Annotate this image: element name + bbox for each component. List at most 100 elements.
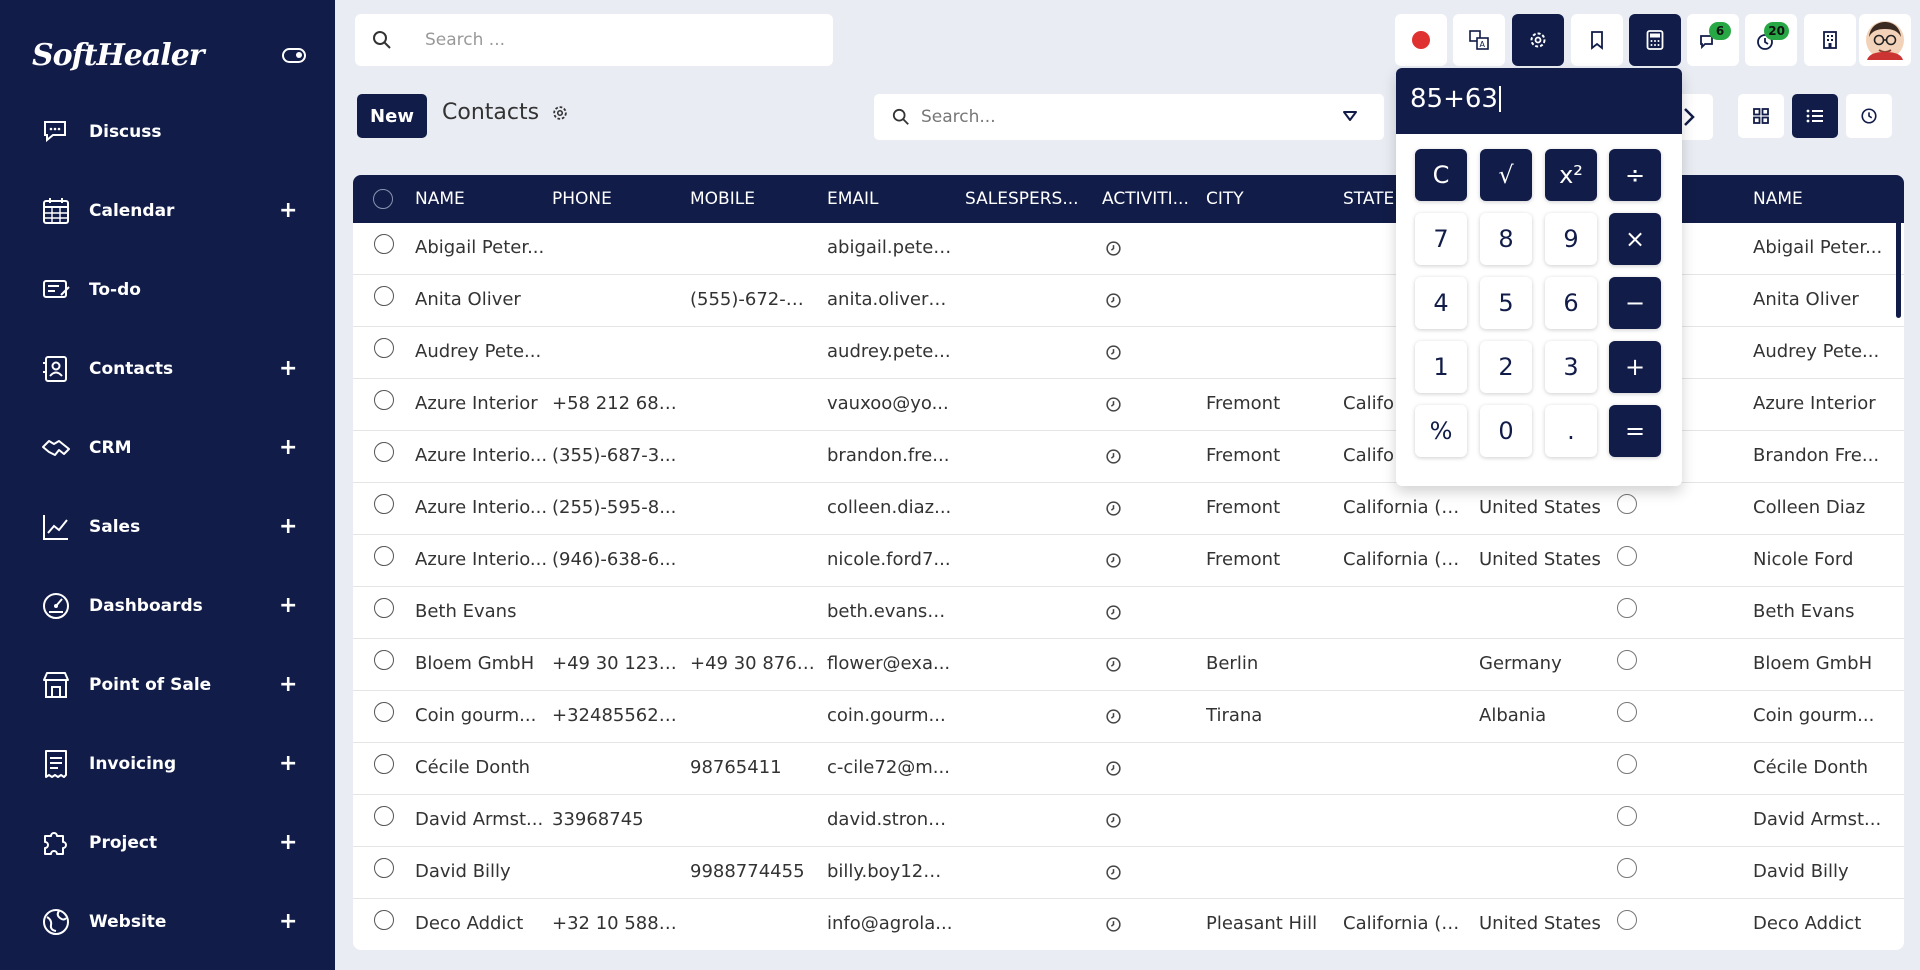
activity-view-button[interactable] xyxy=(1846,94,1892,138)
column-header[interactable]: EMAIL xyxy=(827,189,879,209)
column-header[interactable]: ACTIVITI... xyxy=(1102,189,1189,209)
row-checkbox[interactable] xyxy=(374,338,394,358)
row-status-circle[interactable] xyxy=(1617,806,1637,826)
calc-key[interactable]: √ xyxy=(1480,149,1532,201)
bookmark-button[interactable] xyxy=(1571,14,1623,66)
row-checkbox[interactable] xyxy=(374,806,394,826)
table-row[interactable]: Azure Interio... (255)-595-8... colleen.di… xyxy=(353,483,1904,535)
row-status-circle[interactable] xyxy=(1617,494,1637,514)
view-search[interactable]: Search... xyxy=(874,94,1384,140)
calc-key[interactable]: ÷ xyxy=(1609,149,1661,201)
row-status-circle[interactable] xyxy=(1617,702,1637,722)
column-header[interactable]: STATE xyxy=(1343,189,1394,209)
activity-clock-icon[interactable] xyxy=(1105,864,1122,881)
row-checkbox[interactable] xyxy=(374,910,394,930)
table-row[interactable]: David Billy 9988774455 billy.boy12@... Davi… xyxy=(353,847,1904,899)
brand-logo[interactable]: SoftHealer xyxy=(32,38,205,73)
activity-clock-icon[interactable] xyxy=(1105,708,1122,725)
activity-clock-icon[interactable] xyxy=(1105,396,1122,413)
activities-button[interactable]: 20 xyxy=(1745,14,1797,66)
add-icon[interactable]: + xyxy=(279,200,297,222)
calc-key[interactable]: % xyxy=(1415,405,1467,457)
add-icon[interactable]: + xyxy=(279,595,297,617)
row-checkbox[interactable] xyxy=(374,650,394,670)
activity-clock-icon[interactable] xyxy=(1105,344,1122,361)
calc-key[interactable]: C xyxy=(1415,149,1467,201)
calc-key[interactable]: 6 xyxy=(1545,277,1597,329)
sidebar-item-project[interactable]: Project + xyxy=(0,813,335,873)
calc-key[interactable]: 7 xyxy=(1415,213,1467,265)
translate-button[interactable]: A xyxy=(1453,14,1505,66)
sidebar-item-dashboards[interactable]: Dashboards + xyxy=(0,576,335,636)
table-row[interactable]: David Armst... 33968745 david.strong... Dav… xyxy=(353,795,1904,847)
calc-key[interactable]: x² xyxy=(1545,149,1597,201)
row-status-circle[interactable] xyxy=(1617,598,1637,618)
messages-button[interactable]: 6 xyxy=(1687,14,1739,66)
gear-icon[interactable] xyxy=(551,104,569,122)
activity-clock-icon[interactable] xyxy=(1105,760,1122,777)
select-all-checkbox[interactable] xyxy=(373,189,393,209)
new-button[interactable]: New xyxy=(357,94,427,138)
calc-key[interactable]: × xyxy=(1609,213,1661,265)
row-checkbox[interactable] xyxy=(374,702,394,722)
column-header[interactable]: NAME xyxy=(415,189,465,209)
add-icon[interactable]: + xyxy=(279,674,297,696)
sidebar-item-invoicing[interactable]: Invoicing + xyxy=(0,734,335,794)
activity-clock-icon[interactable] xyxy=(1105,500,1122,517)
row-checkbox[interactable] xyxy=(374,754,394,774)
activity-clock-icon[interactable] xyxy=(1105,240,1122,257)
row-checkbox[interactable] xyxy=(374,598,394,618)
kanban-view-button[interactable] xyxy=(1738,94,1784,138)
activity-clock-icon[interactable] xyxy=(1105,916,1122,933)
sidebar-item-to-do[interactable]: To-do xyxy=(0,260,335,320)
table-row[interactable]: Coin gourm... +324855623... coin.gourm... T… xyxy=(353,691,1904,743)
sidebar-item-website[interactable]: Website + xyxy=(0,892,335,952)
activity-clock-icon[interactable] xyxy=(1105,604,1122,621)
add-icon[interactable]: + xyxy=(279,911,297,933)
calc-key[interactable]: 3 xyxy=(1545,341,1597,393)
sidebar-item-discuss[interactable]: Discuss xyxy=(0,102,335,162)
add-icon[interactable]: + xyxy=(279,516,297,538)
column-header[interactable]: PHONE xyxy=(552,189,612,209)
add-icon[interactable]: + xyxy=(279,358,297,380)
table-scrollbar[interactable] xyxy=(1896,178,1901,318)
table-row[interactable]: Deco Addict +32 10 588 5... info@agrola...… xyxy=(353,899,1904,950)
record-button[interactable] xyxy=(1395,14,1447,66)
calc-key[interactable]: 5 xyxy=(1480,277,1532,329)
sidebar-toggle-icon[interactable] xyxy=(282,48,306,63)
calc-key[interactable]: 9 xyxy=(1545,213,1597,265)
row-status-circle[interactable] xyxy=(1617,546,1637,566)
column-header[interactable]: CITY xyxy=(1206,189,1244,209)
global-search[interactable]: Search ... xyxy=(355,14,833,66)
table-row[interactable]: Cécile Donth 98765411 c-cile72@m... Cécile … xyxy=(353,743,1904,795)
column-header[interactable]: MOBILE xyxy=(690,189,755,209)
activity-clock-icon[interactable] xyxy=(1105,656,1122,673)
row-status-circle[interactable] xyxy=(1617,910,1637,930)
sidebar-item-contacts[interactable]: Contacts + xyxy=(0,339,335,399)
calc-key[interactable]: = xyxy=(1609,405,1661,457)
row-checkbox[interactable] xyxy=(374,234,394,254)
row-checkbox[interactable] xyxy=(374,442,394,462)
sidebar-item-sales[interactable]: Sales + xyxy=(0,497,335,557)
table-row[interactable]: Bloem GmbH +49 30 12345... +49 30 8765... f… xyxy=(353,639,1904,691)
calc-key[interactable]: 2 xyxy=(1480,341,1532,393)
row-checkbox[interactable] xyxy=(374,858,394,878)
row-checkbox[interactable] xyxy=(374,390,394,410)
row-checkbox[interactable] xyxy=(374,546,394,566)
column-header[interactable]: SALESPERS... xyxy=(965,189,1079,209)
settings-button[interactable] xyxy=(1512,14,1564,66)
activity-clock-icon[interactable] xyxy=(1105,812,1122,829)
activity-clock-icon[interactable] xyxy=(1105,552,1122,569)
sidebar-item-calendar[interactable]: Calendar + xyxy=(0,181,335,241)
sidebar-item-point-of-sale[interactable]: Point of Sale + xyxy=(0,655,335,715)
list-view-button[interactable] xyxy=(1792,94,1838,138)
row-status-circle[interactable] xyxy=(1617,858,1637,878)
calc-key[interactable]: 8 xyxy=(1480,213,1532,265)
row-checkbox[interactable] xyxy=(374,286,394,306)
row-checkbox[interactable] xyxy=(374,494,394,514)
table-row[interactable]: Beth Evans beth.evans7... Beth Evans xyxy=(353,587,1904,639)
calc-key[interactable]: 0 xyxy=(1480,405,1532,457)
calc-key[interactable]: + xyxy=(1609,341,1661,393)
row-status-circle[interactable] xyxy=(1617,754,1637,774)
add-icon[interactable]: + xyxy=(279,437,297,459)
